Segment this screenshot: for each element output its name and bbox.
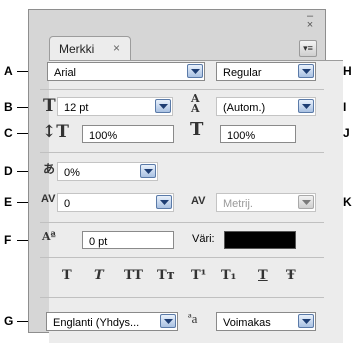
font-style-value: Regular (223, 67, 262, 79)
callout-d: D (4, 164, 13, 178)
chevron-down-icon[interactable] (140, 164, 156, 178)
divider (40, 152, 324, 153)
divider (40, 257, 324, 258)
underline-button[interactable]: T (258, 268, 268, 283)
tab-close-icon[interactable]: × (113, 41, 120, 55)
chevron-down-icon[interactable] (187, 64, 203, 78)
tsume-field[interactable]: 0% (57, 162, 158, 181)
font-size-value: 12 pt (64, 102, 89, 114)
tab-label: Merkki (59, 42, 95, 56)
callout-k: K (343, 195, 352, 209)
all-caps-button[interactable]: TT (124, 268, 143, 283)
kerning-icon: AV (41, 193, 56, 205)
close-panel-button[interactable]: × (301, 20, 319, 31)
tracking-icon: AV (191, 195, 206, 207)
callout-i: I (343, 100, 347, 114)
kerning-field[interactable]: 0 (57, 193, 174, 212)
superscript-button[interactable]: T¹ (191, 268, 206, 283)
baseline-shift-field[interactable]: 0 pt (82, 231, 174, 249)
chevron-down-icon[interactable] (160, 314, 176, 328)
color-swatch[interactable] (224, 231, 296, 249)
vertical-scale-icon: ↕T (42, 122, 69, 142)
small-caps-button[interactable]: Tт (157, 268, 175, 283)
callout-f: F (4, 233, 12, 247)
color-label: Väri: (192, 233, 215, 245)
chevron-down-icon[interactable] (156, 195, 172, 209)
callout-c: C (4, 126, 13, 140)
language-value: Englanti (Yhdys... (53, 317, 140, 329)
callout-e: E (4, 195, 13, 209)
panel-window-controls: – × (301, 11, 319, 32)
faux-bold-button[interactable]: T (62, 268, 72, 283)
font-style-select[interactable]: Regular (216, 62, 316, 81)
leading-field[interactable]: (Autom.) (216, 97, 316, 116)
horizontal-scale-field[interactable]: 100% (220, 125, 296, 143)
panel-menu-button[interactable]: ▾≡ (299, 40, 317, 57)
horizontal-scale-icon: T (190, 119, 204, 140)
font-family-value: Arial (54, 67, 77, 79)
vertical-scale-value: 100% (89, 130, 118, 142)
faux-italic-button[interactable]: T (94, 268, 104, 283)
chevron-down-icon[interactable] (298, 99, 314, 113)
font-size-field[interactable]: 12 pt (57, 97, 173, 116)
antialias-value: Voimakas (223, 317, 271, 329)
font-family-select[interactable]: Arial (47, 62, 205, 81)
kerning-value: 0 (64, 198, 71, 210)
baseline-shift-value: 0 pt (89, 236, 108, 248)
leading-value: (Autom.) (223, 102, 266, 114)
leading-icon: AA (191, 92, 200, 115)
tsume-value: 0% (64, 167, 80, 179)
tab-merkki[interactable]: Merkki × (49, 36, 131, 60)
baseline-shift-icon: Aª (42, 230, 56, 243)
chevron-down-icon[interactable] (298, 64, 314, 78)
subscript-button[interactable]: T₁ (221, 268, 236, 283)
chevron-down-icon[interactable] (298, 314, 314, 328)
antialias-icon: ªa (188, 311, 198, 326)
strikethrough-button[interactable]: Ŧ (286, 268, 296, 283)
callout-a: A (4, 64, 13, 78)
tracking-select[interactable]: Metrij. (216, 193, 316, 212)
language-select[interactable]: Englanti (Yhdys... (46, 312, 178, 331)
antialias-select[interactable]: Voimakas (216, 312, 316, 331)
divider (40, 89, 324, 90)
tracking-value: Metrij. (223, 198, 253, 210)
divider (40, 222, 324, 223)
chevron-down-icon[interactable] (298, 195, 314, 209)
chevron-down-icon[interactable] (155, 99, 171, 113)
callout-h: H (343, 64, 352, 78)
tsume-icon: あ (43, 162, 56, 176)
horizontal-scale-value: 100% (227, 130, 256, 142)
callout-b: B (4, 100, 13, 114)
callout-j: J (343, 126, 350, 140)
divider (40, 297, 324, 298)
font-size-icon: T (43, 96, 56, 116)
callout-g: G (4, 314, 14, 328)
vertical-scale-field[interactable]: 100% (82, 125, 174, 143)
